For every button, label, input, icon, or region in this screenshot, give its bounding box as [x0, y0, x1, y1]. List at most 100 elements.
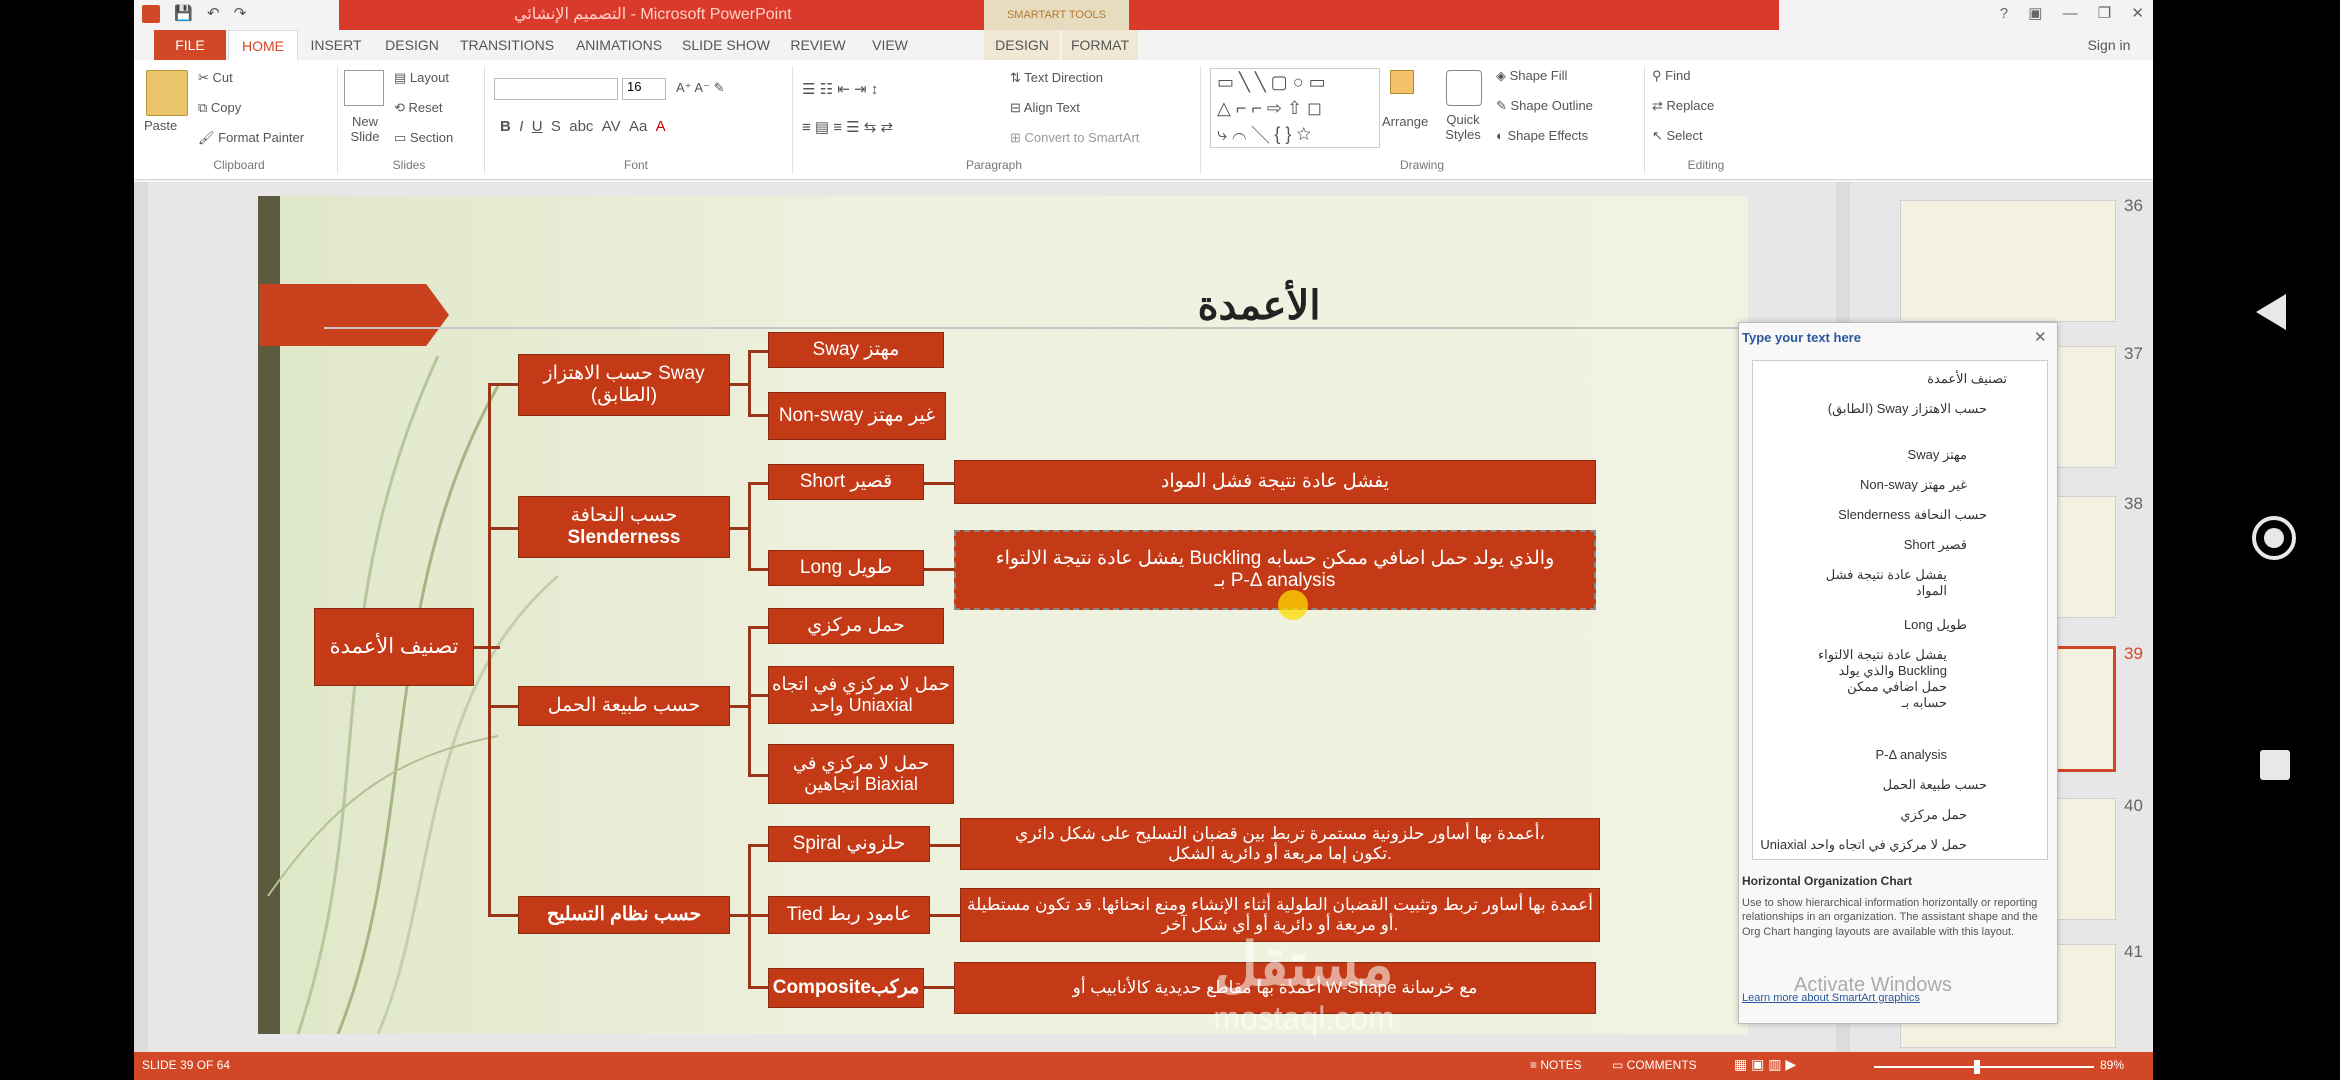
new-slide-icon[interactable]	[344, 70, 384, 106]
item-concentric[interactable]: حمل مركزي	[768, 608, 944, 644]
text-pane-item[interactable]: يفشل عادة نتيجة الالتواء Buckling والذي …	[1817, 647, 1947, 711]
category-load[interactable]: حسب طبيعة الحمل	[518, 686, 730, 726]
font-group-label: Font	[623, 158, 648, 172]
arrange-icon[interactable]	[1390, 70, 1430, 106]
tab-home[interactable]: HOME	[228, 30, 298, 60]
copy-button[interactable]: ⧉ Copy	[198, 100, 241, 116]
text-pane-item[interactable]: حمل مركزي	[1900, 807, 1967, 823]
new-slide-button[interactable]: New Slide	[340, 114, 390, 144]
tab-smartart-format[interactable]: FORMAT	[1062, 30, 1138, 60]
quick-styles-icon[interactable]	[1446, 70, 1482, 106]
text-pane-item[interactable]: قصير Short	[1904, 537, 1967, 553]
item-composite[interactable]: Compositeمركب	[768, 968, 924, 1008]
ribbon-options-icon[interactable]: ▣	[2028, 5, 2042, 22]
layout-button[interactable]: ▤ Layout	[394, 70, 449, 86]
zoom-slider-thumb[interactable]	[1974, 1060, 1980, 1074]
find-button[interactable]: ⚲ Find	[1652, 68, 1690, 84]
select-button[interactable]: ↖ Select	[1652, 128, 1703, 144]
align-text-button[interactable]: ⊟ Align Text	[1010, 100, 1080, 116]
tab-transitions[interactable]: TRANSITIONS	[452, 30, 562, 60]
item-tied[interactable]: Tied عامود ربط	[768, 896, 930, 934]
signin-link[interactable]: Sign in	[2074, 30, 2144, 60]
comments-button[interactable]: ▭ COMMENTS	[1612, 1058, 1697, 1072]
view-buttons[interactable]: ▦ ▣ ▥ ▶	[1734, 1056, 1796, 1073]
font-format-buttons[interactable]: B I U S abc AV Aa A	[500, 118, 666, 135]
text-pane-close-icon[interactable]: ✕	[2034, 328, 2047, 346]
tab-review[interactable]: REVIEW	[778, 30, 858, 60]
text-pane-item[interactable]: حسب الاهتزاز Sway (الطابق)	[1828, 401, 1987, 417]
shape-effects-button[interactable]: ◐ Shape Effects	[1496, 128, 1588, 143]
font-size-input[interactable]: 16	[622, 78, 666, 100]
zoom-slider[interactable]	[1874, 1066, 2094, 1068]
text-pane-item[interactable]: تصنيف الأعمدة	[1927, 371, 2007, 387]
item-short[interactable]: Short قصير	[768, 464, 924, 500]
notes-button[interactable]: ≡ NOTES	[1530, 1058, 1582, 1072]
detail-short[interactable]: يفشل عادة نتيجة فشل المواد	[954, 460, 1596, 504]
recents-icon[interactable]	[2260, 750, 2290, 780]
save-icon[interactable]: 💾	[174, 5, 193, 22]
tab-view[interactable]: VIEW	[860, 30, 920, 60]
text-pane-item[interactable]: حسب طبيعة الحمل	[1883, 777, 1987, 793]
item-spiral[interactable]: Spiral حلزوني	[768, 826, 930, 862]
arrange-button[interactable]: Arrange	[1382, 114, 1428, 129]
text-pane-item[interactable]: غير مهتز Non-sway	[1860, 477, 1967, 493]
replace-button[interactable]: ⇄ Replace	[1652, 98, 1714, 114]
text-pane-item[interactable]: حمل لا مركزي في اتجاه واحد Uniaxial	[1760, 837, 1967, 853]
reset-button[interactable]: ⟲ Reset	[394, 100, 442, 116]
layout-icon: ▤	[394, 70, 410, 85]
tab-file[interactable]: FILE	[154, 30, 226, 60]
list-buttons[interactable]: ☰ ☷ ⇤ ⇥ ↕	[802, 80, 878, 98]
tab-slide-show[interactable]: SLIDE SHOW	[676, 30, 776, 60]
convert-smartart-button[interactable]: ⊞ Convert to SmartArt	[1010, 130, 1139, 146]
format-painter-button[interactable]: 🖌 Format Painter	[198, 130, 304, 146]
align-buttons[interactable]: ≡ ▤ ≡ ☰ ⇆ ⇄	[802, 118, 893, 136]
connector	[474, 646, 500, 649]
category-slenderness[interactable]: حسب النحافة Slenderness	[518, 496, 730, 558]
text-pane-item[interactable]: طويل Long	[1904, 617, 1967, 633]
tab-animations[interactable]: ANIMATIONS	[564, 30, 674, 60]
text-direction-button[interactable]: ⇅ Text Direction	[1010, 70, 1103, 86]
tab-design[interactable]: DESIGN	[374, 30, 450, 60]
restore-icon[interactable]: ❐	[2098, 5, 2111, 22]
detail-long[interactable]: يفشل عادة نتيجة الالتواء Buckling والذي …	[954, 530, 1596, 610]
left-scrollbar[interactable]	[134, 182, 148, 1052]
item-biaxial[interactable]: حمل لا مركزي في اتجاهين Biaxial	[768, 744, 954, 804]
shape-fill-button[interactable]: ◈ Shape Fill	[1496, 68, 1567, 84]
item-uniaxial[interactable]: حمل لا مركزي في اتجاه واحد Uniaxial	[768, 666, 954, 724]
text-pane-item[interactable]: P-Δ analysis	[1875, 747, 1947, 762]
home-icon[interactable]	[2252, 516, 2296, 560]
text-pane-item[interactable]: مهتز Sway	[1908, 447, 1967, 463]
font-grow-shrink[interactable]: A⁺ A⁻ ✎	[676, 80, 724, 96]
paste-icon[interactable]	[146, 70, 188, 116]
tab-insert[interactable]: INSERT	[300, 30, 372, 60]
cut-button[interactable]: ✂ Cut	[198, 70, 233, 86]
text-pane-item[interactable]: حسب النحافة Slenderness	[1838, 507, 1987, 523]
connector	[730, 383, 750, 386]
undo-icon[interactable]: ↶	[207, 5, 220, 22]
zoom-level[interactable]: 89%	[2100, 1058, 2124, 1072]
detail-spiral[interactable]: أعمدة بها أساور حلزونية مستمرة تربط بين …	[960, 818, 1600, 870]
tab-smartart-design[interactable]: DESIGN	[984, 30, 1060, 60]
item-long[interactable]: Long طويل	[768, 550, 924, 586]
redo-icon[interactable]: ↷	[234, 5, 247, 22]
text-pane-item[interactable]: يفشل عادة نتيجة فشل المواد	[1817, 567, 1947, 599]
close-icon[interactable]: ✕	[2131, 5, 2144, 22]
connector	[488, 383, 518, 386]
thumbnail-36[interactable]	[1900, 200, 2116, 322]
help-icon[interactable]: ?	[2000, 5, 2008, 22]
shapes-gallery[interactable]: ▭ ╲ ╲ ▢ ○ ▭ △ ⌐ ⌐ ⇨ ⇧ ◻ ⤷ ⌒ ╲ { } ☆	[1210, 68, 1380, 148]
shape-outline-button[interactable]: ✎ Shape Outline	[1496, 98, 1593, 114]
paste-button[interactable]: Paste	[144, 118, 194, 133]
back-icon[interactable]	[2256, 294, 2286, 330]
font-name-input[interactable]	[494, 78, 618, 100]
quick-styles-button[interactable]: Quick Styles	[1438, 112, 1488, 142]
minimize-icon[interactable]: —	[2063, 5, 2078, 22]
category-sway[interactable]: حسب الاهتزاز Sway (الطابق)	[518, 354, 730, 416]
root-node[interactable]: تصنيف الأعمدة	[314, 608, 474, 686]
slide-title[interactable]: الأعمدة	[1069, 282, 1449, 330]
item-sway[interactable]: Sway مهتز	[768, 332, 944, 368]
item-nonsway[interactable]: Non-sway غير مهتز	[768, 392, 946, 440]
text-pane-list[interactable]: تصنيف الأعمدة حسب الاهتزاز Sway (الطابق)…	[1752, 360, 2048, 860]
category-reinforcement[interactable]: حسب نظام التسليح	[518, 896, 730, 934]
section-button[interactable]: ▭ Section	[394, 130, 453, 146]
